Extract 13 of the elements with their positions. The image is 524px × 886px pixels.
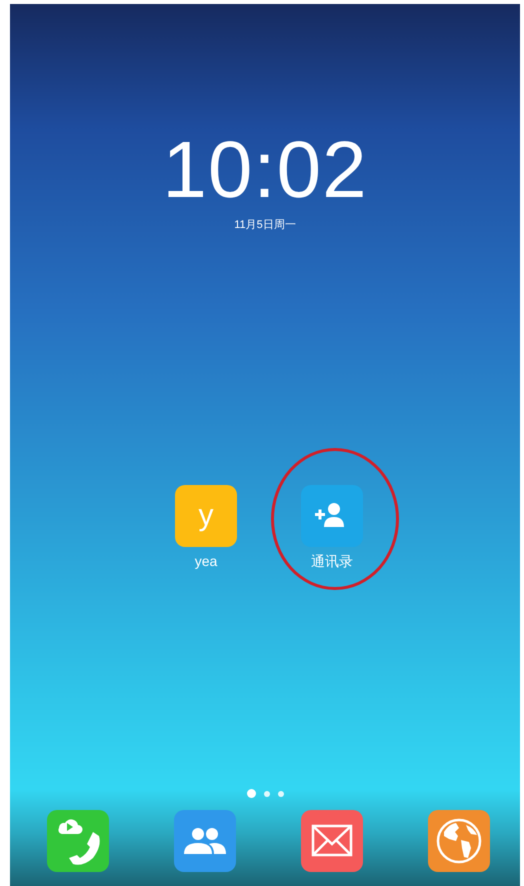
add-contact-app-icon[interactable]	[301, 485, 363, 547]
clock-date: 11月5日周一	[234, 218, 296, 232]
app-icon[interactable]: y	[175, 485, 237, 547]
page-indicator-dot[interactable]	[264, 790, 270, 796]
mail-app-icon[interactable]	[301, 810, 363, 872]
browser-app-icon[interactable]	[428, 810, 490, 872]
phone-app-icon[interactable]	[47, 810, 109, 872]
page-indicator-dot[interactable]	[246, 789, 256, 798]
app-label[interactable]: 通讯录	[311, 553, 353, 571]
clock-time: 10:02	[162, 130, 368, 210]
app-label[interactable]: yea	[194, 553, 218, 569]
people-app-icon[interactable]	[174, 810, 236, 872]
page-indicator-dot[interactable]	[278, 790, 284, 796]
